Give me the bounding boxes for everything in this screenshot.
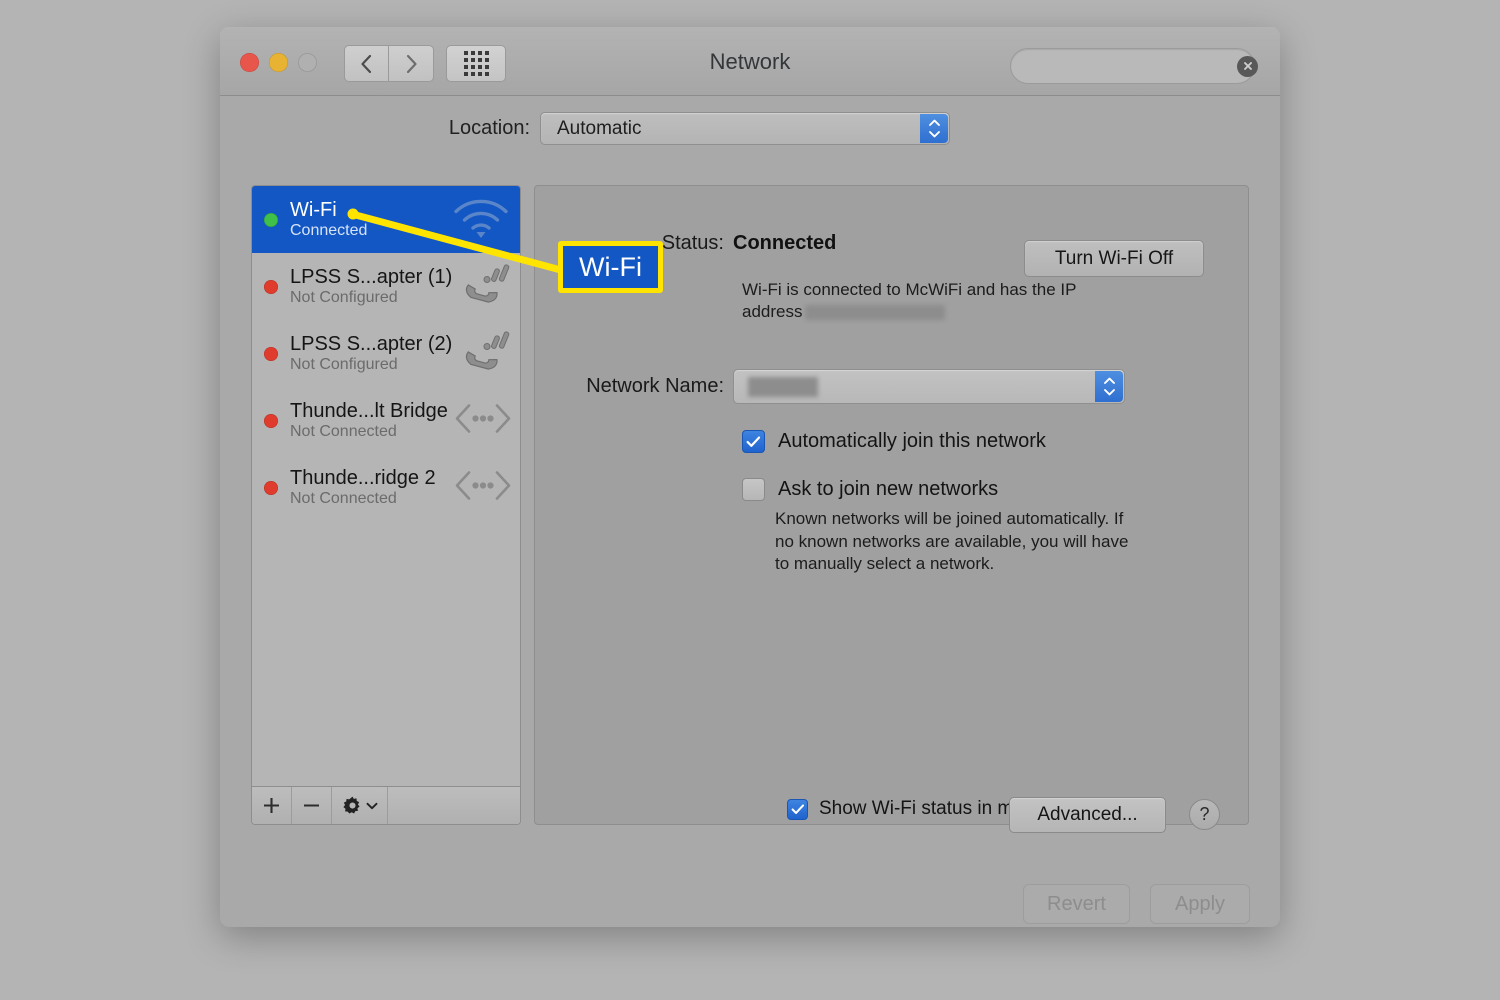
sidebar-item-status: Not Configured <box>290 288 398 306</box>
sidebar-toolbar <box>252 786 520 824</box>
help-button[interactable]: ? <box>1189 799 1220 830</box>
chevron-down-icon <box>928 131 940 138</box>
sidebar-item-text: Wi-Fi Connected <box>290 199 367 239</box>
advanced-button[interactable]: Advanced... <box>1009 797 1166 833</box>
apply-button: Apply <box>1150 884 1250 924</box>
status-dot-red <box>264 413 278 428</box>
ip-address-redaction <box>805 305 946 321</box>
clear-search-button[interactable] <box>1237 55 1258 77</box>
checkmark-icon <box>746 436 761 447</box>
revert-button: Revert <box>1023 884 1130 924</box>
turn-wifi-off-button[interactable]: Turn Wi-Fi Off <box>1024 240 1204 277</box>
network-name-row: Network Name: <box>535 369 1248 404</box>
network-name-label: Network Name: <box>586 375 724 397</box>
plus-icon <box>264 798 279 813</box>
sidebar-item-text: Thunde...ridge 2 Not Connected <box>290 467 436 507</box>
network-name-redaction <box>748 376 818 397</box>
sidebar-item-label: LPSS S...apter (1) <box>290 266 453 289</box>
wifi-icon <box>450 195 512 244</box>
location-row: Location: Automatic <box>220 112 1280 145</box>
sidebar-item-status: Not Configured <box>290 355 398 373</box>
modem-icon <box>454 326 512 381</box>
chevron-down-icon <box>1103 389 1115 396</box>
location-select[interactable]: Automatic <box>540 112 950 145</box>
status-dot-green <box>264 212 278 227</box>
ask-join-checkbox[interactable] <box>742 478 765 501</box>
auto-join-checkbox[interactable] <box>742 430 765 453</box>
network-name-stepper[interactable] <box>1095 371 1123 402</box>
location-stepper[interactable] <box>920 114 948 143</box>
sidebar-item-thunderbolt-bridge[interactable]: Thunde...lt Bridge Not Connected <box>252 387 520 454</box>
show-wifi-status-checkbox[interactable] <box>787 798 808 820</box>
sidebar-item-label: Thunde...lt Bridge <box>290 400 448 423</box>
auto-join-label: Automatically join this network <box>778 430 1046 452</box>
status-dot-red <box>264 279 278 294</box>
checkmark-icon <box>791 803 804 814</box>
ask-join-checkbox-row[interactable]: Ask to join new networks <box>742 478 998 501</box>
sidebar-item-status: Not Connected <box>290 489 397 507</box>
sidebar-item-text: Thunde...lt Bridge Not Connected <box>290 400 448 440</box>
sidebar-item-label: Thunde...ridge 2 <box>290 467 436 490</box>
search-input[interactable] <box>1030 57 1237 75</box>
wifi-callout-box: Wi-Fi <box>558 241 663 293</box>
remove-service-button[interactable] <box>292 787 332 824</box>
sidebar-item-label: LPSS S...apter (2) <box>290 333 453 356</box>
sidebar-item-text: LPSS S...apter (2) Not Configured <box>290 333 452 373</box>
chevron-up-icon <box>928 119 940 126</box>
status-dot-red <box>264 480 278 495</box>
network-preferences-window: Network Location: Automatic Wi-Fi Connec… <box>220 27 1280 927</box>
status-value: Connected <box>733 232 837 254</box>
close-icon <box>1243 62 1252 70</box>
chevron-down-icon <box>366 802 377 809</box>
status-dot-red <box>264 346 278 361</box>
thunderbolt-icon <box>454 468 512 507</box>
status-description: Wi-Fi is connected to McWiFi and has the… <box>742 279 1117 324</box>
service-actions-button[interactable] <box>332 787 388 824</box>
sidebar-item-status: Not Connected <box>290 422 397 440</box>
location-value: Automatic <box>557 117 642 139</box>
network-name-select[interactable] <box>733 369 1125 404</box>
sidebar-item-wifi[interactable]: Wi-Fi Connected <box>252 186 520 253</box>
minus-icon <box>304 804 319 807</box>
modem-icon <box>454 259 512 314</box>
wifi-callout-label: Wi-Fi <box>579 251 642 282</box>
search-field[interactable] <box>1010 48 1258 84</box>
auto-join-checkbox-row[interactable]: Automatically join this network <box>742 430 1046 453</box>
sidebar-item-text: LPSS S...apter (1) Not Configured <box>290 266 452 306</box>
gear-icon <box>342 796 360 814</box>
location-label: Location: <box>448 117 530 139</box>
add-service-button[interactable] <box>252 787 292 824</box>
chevron-up-icon <box>1103 377 1115 384</box>
network-services-list[interactable]: Wi-Fi Connected LPSS S...apter (1) Not C <box>251 185 521 825</box>
sidebar-item-status: Connected <box>290 221 368 239</box>
sidebar-item-lpss-1[interactable]: LPSS S...apter (1) Not Configured <box>252 253 520 320</box>
sidebar-item-thunderbolt-bridge-2[interactable]: Thunde...ridge 2 Not Connected <box>252 454 520 521</box>
window-titlebar: Network <box>220 27 1280 96</box>
sidebar-item-label: Wi-Fi <box>290 199 337 222</box>
ask-join-label: Ask to join new networks <box>778 478 999 500</box>
sidebar-item-lpss-2[interactable]: LPSS S...apter (2) Not Configured <box>252 320 520 387</box>
thunderbolt-icon <box>454 401 512 440</box>
join-networks-hint: Known networks will be joined automatica… <box>775 509 1129 574</box>
